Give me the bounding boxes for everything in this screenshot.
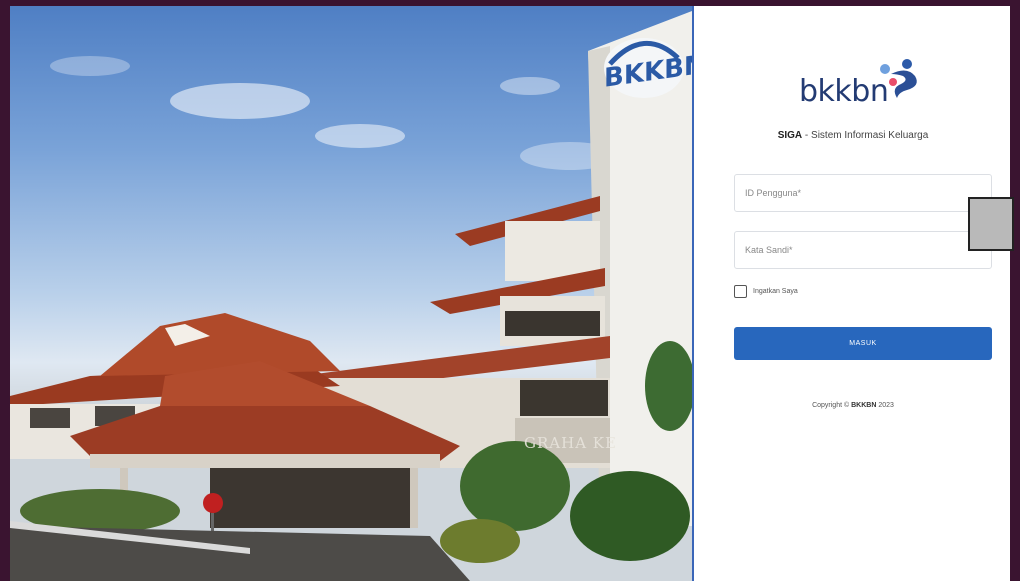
app-description: Sistem Informasi Keluarga — [811, 130, 929, 141]
remember-me[interactable]: Ingatkan Saya — [734, 283, 798, 299]
app-window: BKKBN GRAHA KE bkkbn SIGA - Sistem Infor… — [10, 6, 1010, 581]
building-photo: BKKBN GRAHA KE — [10, 6, 692, 581]
bkkbn-logo-icon — [880, 59, 917, 98]
login-button[interactable]: MASUK — [734, 327, 992, 360]
overlay-placeholder-box — [968, 197, 1014, 251]
building-illustration — [10, 11, 692, 581]
user-id-placeholder: ID Pengguna* — [745, 188, 802, 198]
password-input[interactable]: Kata Sandi* — [734, 231, 992, 269]
app-subtitle: SIGA - Sistem Informasi Keluarga — [694, 130, 1010, 141]
app-name: SIGA — [777, 130, 803, 141]
login-panel: bkkbn SIGA - Sistem Informasi Keluarga I… — [692, 6, 1010, 581]
remember-checkbox[interactable] — [734, 284, 747, 298]
copyright-prefix: Copyright © — [812, 402, 852, 409]
logo-wordmark: bkkbn — [799, 74, 889, 109]
building-facade-text: GRAHA KE — [524, 434, 617, 452]
user-id-input[interactable]: ID Pengguna* — [734, 174, 992, 212]
subtitle-separator: - — [802, 130, 812, 141]
copyright-text: Copyright © BKKBN 2023 — [694, 402, 1010, 409]
copyright-brand: BKKBN — [851, 402, 877, 409]
copyright-year: 2023 — [876, 402, 894, 409]
password-placeholder: Kata Sandi* — [745, 245, 793, 255]
remember-label: Ingatkan Saya — [753, 287, 798, 295]
bkkbn-logo: bkkbn — [799, 58, 929, 113]
